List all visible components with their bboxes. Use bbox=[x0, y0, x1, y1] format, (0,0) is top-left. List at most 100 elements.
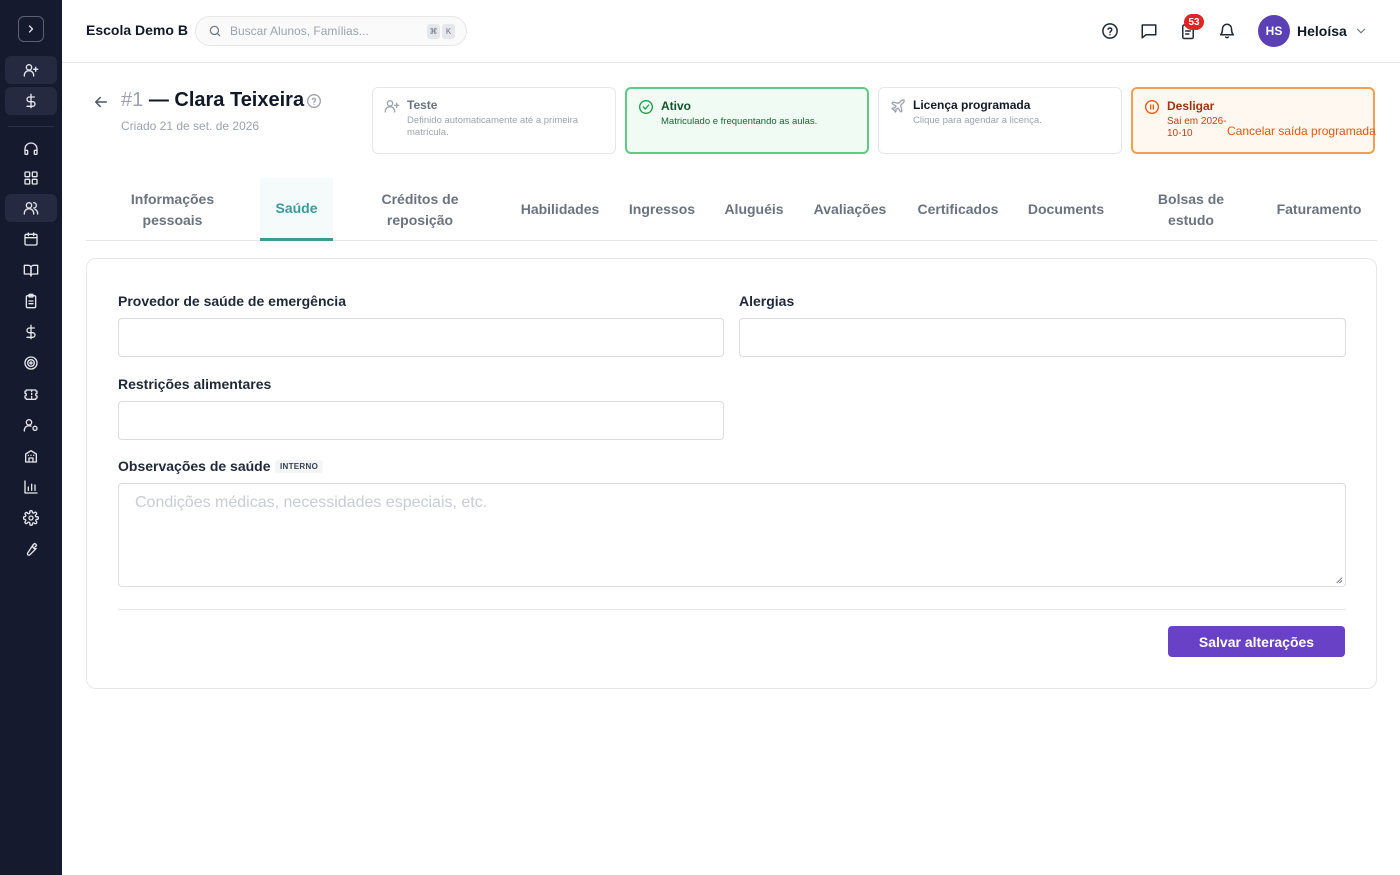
book-open-icon bbox=[23, 264, 39, 277]
status-card-desligar[interactable]: Desligar Sai em 2026-10-10 Cancelar saíd… bbox=[1131, 87, 1376, 154]
help-button[interactable] bbox=[1099, 20, 1121, 42]
sidebar-item-calendar[interactable] bbox=[5, 225, 57, 253]
dollar-icon bbox=[26, 324, 36, 340]
dollar-icon bbox=[26, 93, 36, 109]
user-plus-icon bbox=[23, 63, 39, 77]
top-bar: Escola Demo B ⌘ K 53 HS Heloísa bbox=[62, 0, 1400, 63]
emergency-provider-label: Provedor de saúde de emergência bbox=[118, 293, 346, 309]
clipboard-icon bbox=[25, 293, 37, 309]
sidebar-item-classes[interactable] bbox=[5, 256, 57, 284]
messages-button[interactable] bbox=[1138, 20, 1160, 42]
ticket-icon bbox=[24, 389, 38, 400]
tab-evaluations[interactable]: Avaliações bbox=[806, 178, 894, 241]
sidebar bbox=[0, 0, 62, 875]
back-arrow-icon[interactable] bbox=[92, 93, 110, 111]
status-description: Sai em 2026-10-10 bbox=[1167, 116, 1227, 139]
page-title: #1 — Clara Teixeira bbox=[121, 89, 304, 112]
headset-icon bbox=[24, 142, 38, 155]
cancel-scheduled-exit-link[interactable]: Cancelar saída programada bbox=[1227, 124, 1376, 138]
sidebar-divider bbox=[8, 126, 54, 127]
dietary-restrictions-input[interactable] bbox=[118, 401, 724, 440]
sidebar-item-students[interactable] bbox=[5, 194, 57, 222]
tab-billing[interactable]: Faturamento bbox=[1270, 178, 1368, 241]
sidebar-item-attendance[interactable] bbox=[5, 287, 57, 315]
pause-circle-icon bbox=[1145, 100, 1159, 114]
status-card-ativo[interactable]: Ativo Matriculado e frequentando as aula… bbox=[625, 87, 869, 154]
allergies-input[interactable] bbox=[739, 318, 1346, 357]
user-cog-icon bbox=[23, 419, 38, 432]
student-number: #1 bbox=[121, 89, 144, 111]
sidebar-item-reports[interactable] bbox=[5, 473, 57, 501]
sidebar-item-dashboard[interactable] bbox=[5, 164, 57, 192]
status-card-licenca[interactable]: Licença programada Clique para agendar a… bbox=[878, 87, 1122, 154]
emergency-provider-input[interactable] bbox=[118, 318, 724, 357]
notifications-button[interactable] bbox=[1216, 20, 1238, 42]
message-square-icon bbox=[1141, 24, 1157, 39]
plane-icon bbox=[891, 99, 905, 113]
sidebar-item-settings[interactable] bbox=[5, 504, 57, 532]
status-description: Clique para agendar a licença. bbox=[913, 115, 1042, 126]
internal-tag: INTERNO bbox=[275, 460, 324, 473]
bar-chart-icon bbox=[24, 480, 38, 494]
status-description: Matriculado e frequentando as aulas. bbox=[661, 116, 818, 127]
status-name: Teste bbox=[407, 98, 438, 112]
allergies-label: Alergias bbox=[739, 293, 795, 309]
tab-rentals[interactable]: Aluguéis bbox=[719, 178, 789, 241]
help-circle-icon bbox=[1102, 23, 1118, 39]
shortcut-key-k: K bbox=[442, 24, 455, 39]
tab-health[interactable]: Saúde bbox=[260, 178, 333, 241]
wrench-icon bbox=[26, 542, 38, 556]
settings-icon bbox=[23, 510, 39, 526]
building-icon bbox=[25, 450, 37, 463]
shortcut-key-cmd: ⌘ bbox=[427, 24, 440, 39]
sidebar-item-tools[interactable] bbox=[5, 535, 57, 563]
tab-tickets[interactable]: Ingressos bbox=[624, 178, 700, 241]
health-notes-label: Observações de saúde bbox=[118, 458, 271, 474]
notification-count-badge: 53 bbox=[1184, 14, 1204, 30]
resize-grip-icon[interactable] bbox=[1334, 575, 1343, 584]
chevron-down-icon[interactable] bbox=[1354, 24, 1368, 38]
dietary-restrictions-label: Restrições alimentares bbox=[118, 376, 272, 392]
sidebar-item-finance[interactable] bbox=[5, 318, 57, 346]
sidebar-item-billing[interactable] bbox=[5, 87, 57, 115]
search-icon bbox=[209, 25, 221, 37]
status-name: Ativo bbox=[661, 99, 691, 113]
calendar-icon bbox=[24, 232, 38, 246]
form-divider bbox=[118, 609, 1346, 610]
sidebar-item-goals[interactable] bbox=[5, 349, 57, 377]
tab-makeup-credits[interactable]: Créditos de reposição bbox=[370, 178, 470, 241]
user-plus-icon bbox=[384, 100, 400, 113]
status-name: Desligar bbox=[1167, 99, 1215, 113]
user-name[interactable]: Heloísa bbox=[1297, 23, 1347, 39]
tab-certificates[interactable]: Certificados bbox=[908, 178, 1008, 241]
global-search[interactable]: ⌘ K bbox=[195, 16, 467, 46]
sidebar-item-add-student[interactable] bbox=[5, 56, 57, 84]
tab-personal-info[interactable]: Informações pessoais bbox=[112, 178, 233, 241]
sidebar-item-tickets[interactable] bbox=[5, 380, 57, 408]
profile-tabs: Informações pessoais Saúde Créditos de r… bbox=[86, 178, 1377, 241]
sidebar-item-support[interactable] bbox=[5, 135, 57, 163]
status-card-teste[interactable]: Teste Definido automaticamente até a pri… bbox=[372, 87, 616, 154]
sidebar-item-locations[interactable] bbox=[5, 442, 57, 470]
check-circle-icon bbox=[639, 100, 653, 114]
target-icon bbox=[24, 356, 38, 370]
school-name: Escola Demo B bbox=[86, 22, 188, 38]
health-form-panel: Provedor de saúde de emergência Alergias… bbox=[86, 258, 1377, 689]
sidebar-expand-button[interactable] bbox=[18, 16, 44, 42]
sidebar-item-staff[interactable] bbox=[5, 411, 57, 439]
created-date: Criado 21 de set. de 2026 bbox=[121, 119, 260, 133]
users-icon bbox=[23, 202, 39, 215]
bell-icon bbox=[1219, 23, 1235, 39]
help-circle-icon[interactable] bbox=[306, 93, 322, 109]
tab-documents[interactable]: Documents bbox=[1021, 178, 1111, 241]
tab-scholarships[interactable]: Bolsas de estudo bbox=[1141, 178, 1241, 241]
health-notes-textarea[interactable] bbox=[118, 483, 1346, 587]
status-name: Licença programada bbox=[913, 98, 1031, 112]
user-avatar[interactable]: HS bbox=[1258, 15, 1290, 47]
chevron-right-icon bbox=[28, 25, 34, 33]
tab-skills[interactable]: Habilidades bbox=[514, 178, 606, 241]
search-input[interactable] bbox=[230, 24, 410, 38]
student-name: — Clara Teixeira bbox=[148, 89, 305, 111]
save-changes-button[interactable]: Salvar alterações bbox=[1168, 626, 1345, 657]
grid-icon bbox=[24, 171, 38, 185]
